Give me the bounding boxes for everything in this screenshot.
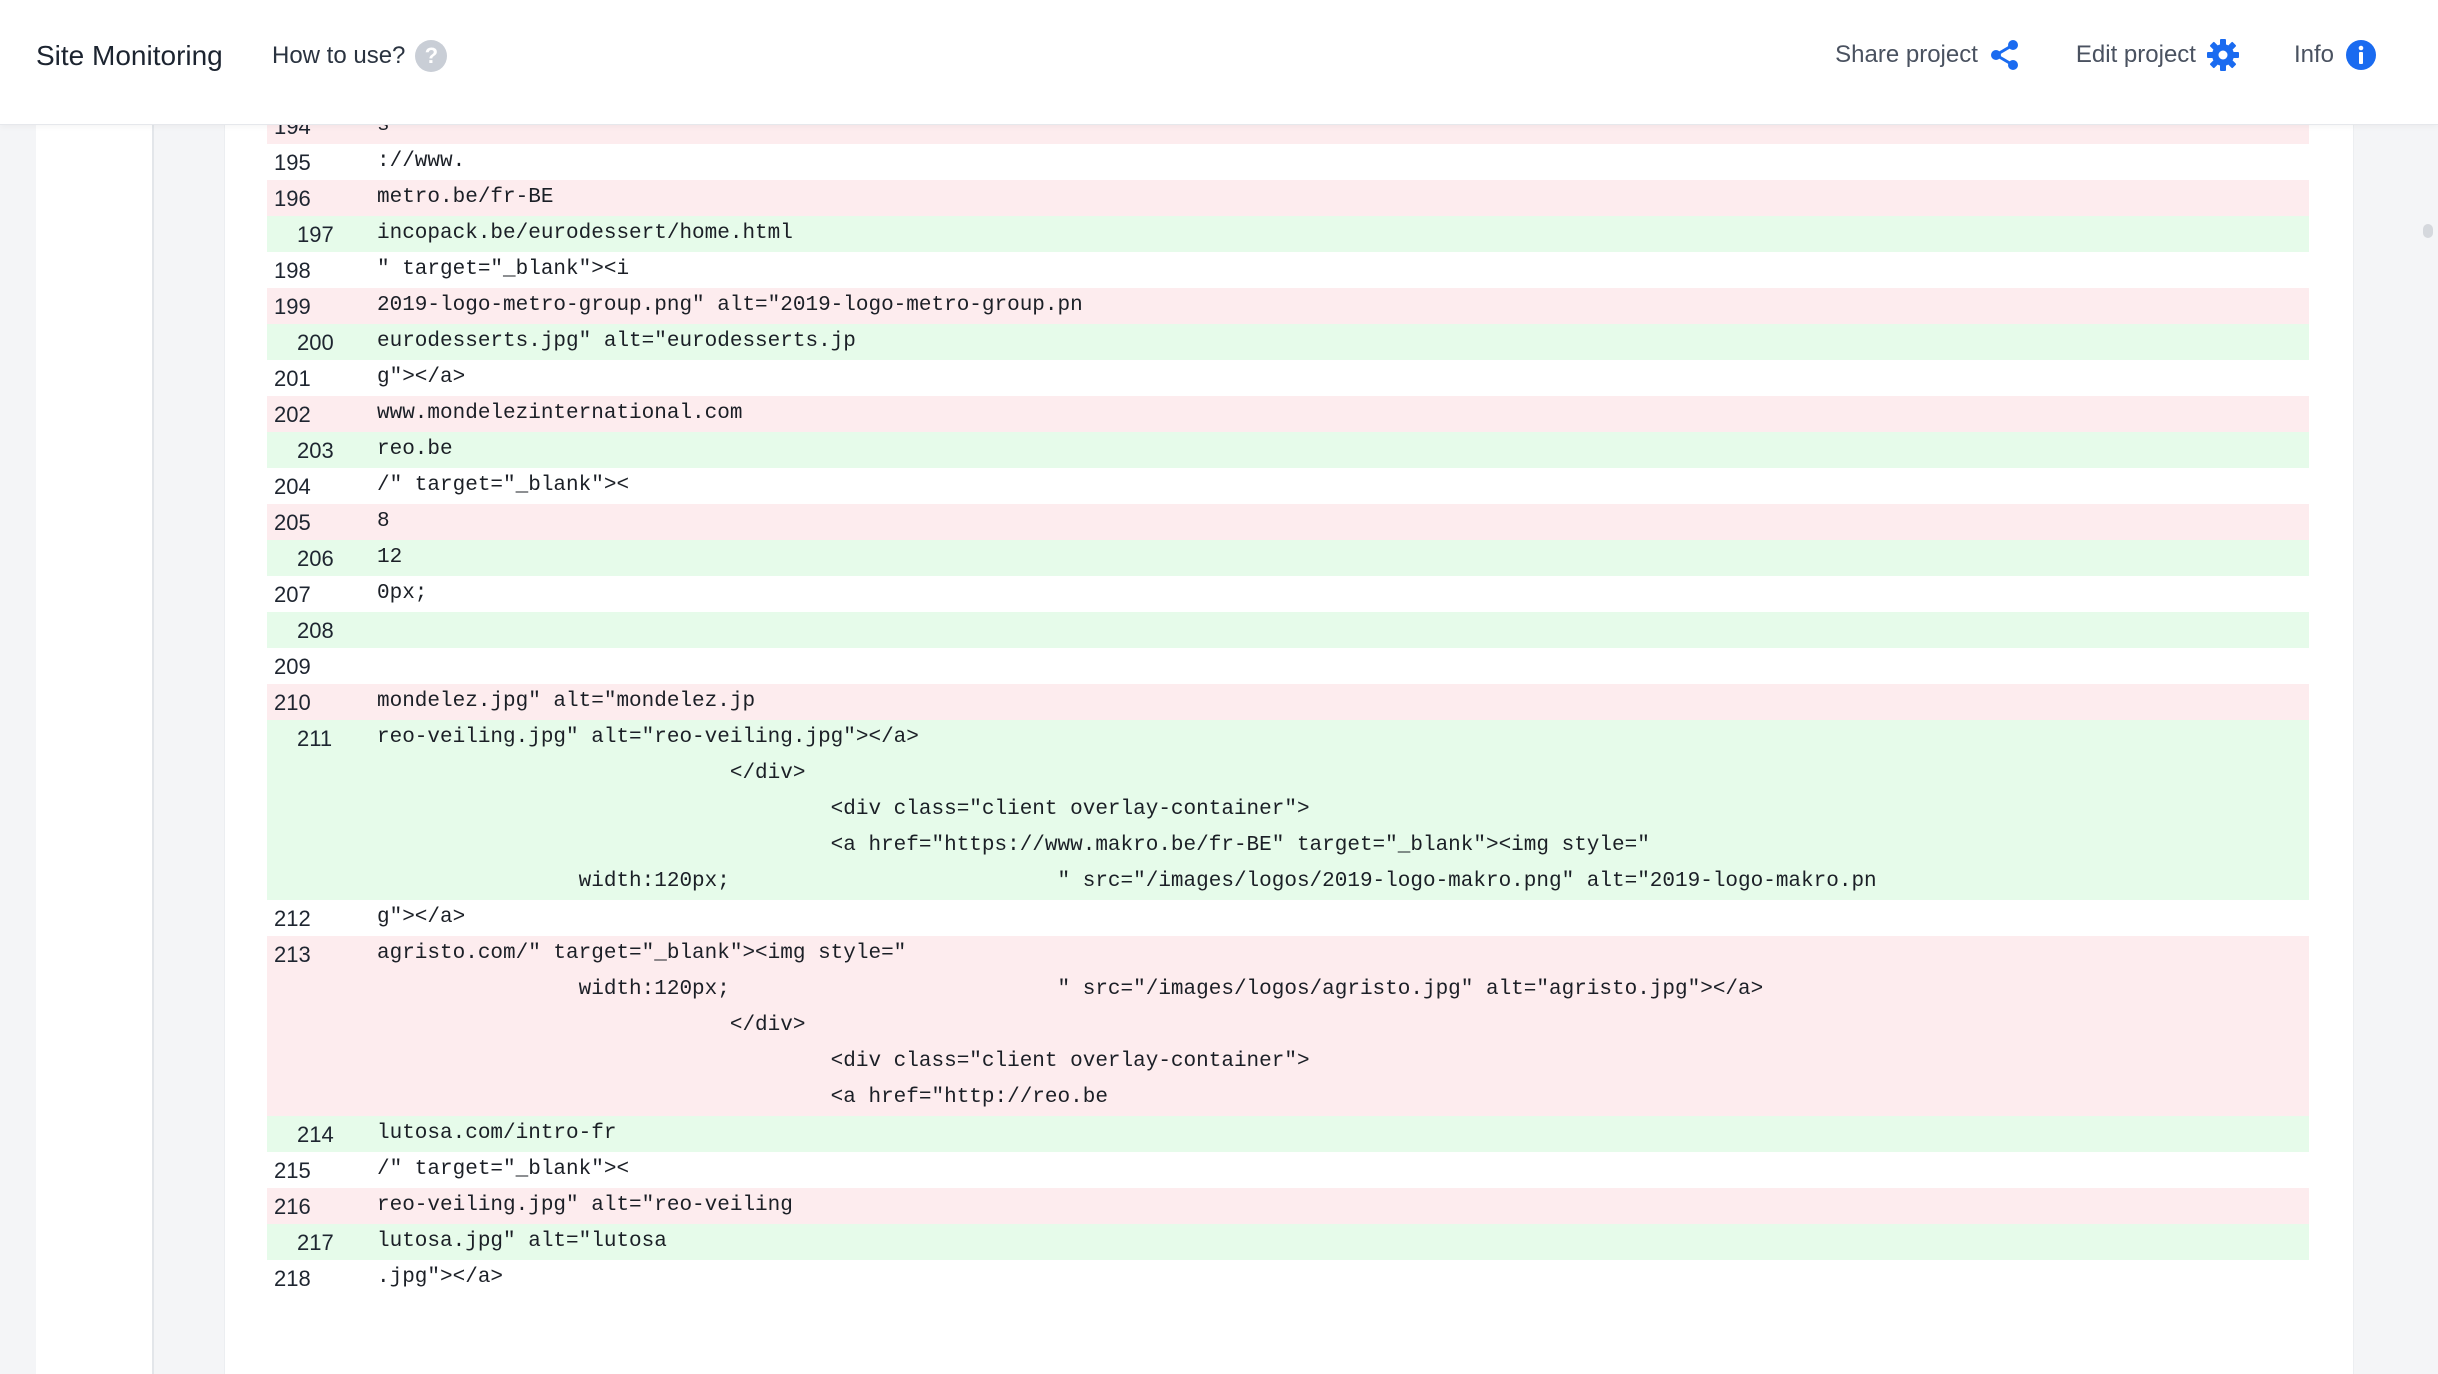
line-number: 200 — [297, 330, 334, 355]
share-project-label: Share project — [1835, 41, 1978, 68]
diff-row-removed: 196 metro.be/fr-BE — [267, 180, 2309, 216]
line-number: 209 — [274, 654, 311, 679]
diff-view: 194 s 195 ://www. 196 metro.be/fr-BE 197 incopa… — [267, 124, 2309, 1296]
line-number: 214 — [297, 1122, 334, 1147]
code-line: metro.be/fr-BE — [377, 186, 554, 209]
code-line: reo.be — [377, 438, 453, 461]
code-line: reo-veiling.jpg" alt="reo-veiling — [377, 1194, 793, 1217]
diff-row-plain: 204 /" target="_blank">< — [267, 468, 2309, 504]
code-line: lutosa.com/intro-fr — [377, 1122, 617, 1145]
code-line: 0px; — [377, 582, 428, 605]
diff-row-plain: 212 g"></a> — [267, 900, 2309, 936]
edit-project-label: Edit project — [2075, 41, 2196, 68]
how-to-use-link[interactable]: How to use? ? — [272, 40, 448, 72]
diff-row-removed: 213 agristo.com/" target="_blank"><img st… — [267, 936, 2309, 1116]
line-number: 199 — [274, 294, 311, 319]
code-line: 8 — [377, 510, 390, 533]
diff-row-removed: 194 s — [267, 124, 2309, 144]
diff-row-removed: 210 mondelez.jpg" alt="mondelez.jp — [267, 684, 2309, 720]
line-number: 207 — [274, 582, 311, 607]
question-circle-icon: ? — [415, 40, 448, 72]
code-line: www.mondelezinternational.com — [377, 402, 743, 425]
diff-row-added: 206 12 — [267, 540, 2309, 576]
line-number: 201 — [274, 366, 311, 391]
diff-row-plain: 209 — [267, 648, 2309, 684]
diff-row-added: 211 reo-veiling.jpg" alt="reo-veiling.jpg… — [267, 720, 2309, 900]
diff-row-removed: 199 2019-logo-metro-group.png" alt="2019-… — [267, 288, 2309, 324]
line-number: 195 — [274, 150, 311, 175]
app-title[interactable]: Site Monitoring — [36, 40, 223, 72]
diff-row-plain: 201 g"></a> — [267, 360, 2309, 396]
diff-row-added: 217 lutosa.jpg" alt="lutosa — [267, 1224, 2309, 1260]
line-number: 204 — [274, 474, 311, 499]
code-line: s — [377, 124, 390, 137]
info-icon — [2344, 38, 2378, 72]
code-line: eurodesserts.jpg" alt="eurodesserts.jp — [377, 330, 856, 353]
diff-row-removed: 202 www.mondelezinternational.com — [267, 396, 2309, 432]
diff-row-removed: 216 reo-veiling.jpg" alt="reo-veiling — [267, 1188, 2309, 1224]
diff-row-added: 203 reo.be — [267, 432, 2309, 468]
line-number: 217 — [297, 1230, 334, 1255]
code-line: g"></a> — [377, 906, 466, 929]
line-number: 205 — [274, 510, 311, 535]
code-line — [377, 648, 2309, 684]
diff-row-plain: 207 0px; — [267, 576, 2309, 612]
share-icon — [1988, 38, 2022, 72]
line-number: 216 — [274, 1194, 311, 1219]
code-line: lutosa.jpg" alt="lutosa — [377, 1230, 667, 1253]
diff-row-removed: 205 8 — [267, 504, 2309, 540]
code-line: " target="_blank"><i — [377, 258, 630, 281]
code-line: ://www. — [377, 150, 466, 173]
code-line: .jpg"></a> — [377, 1266, 504, 1289]
diff-row-added: 214 lutosa.com/intro-fr — [267, 1116, 2309, 1152]
line-number: 206 — [297, 546, 334, 571]
diff-row-plain: 215 /" target="_blank">< — [267, 1152, 2309, 1188]
line-number: 198 — [274, 258, 311, 283]
code-line: /" target="_blank">< — [377, 474, 630, 497]
diff-row-plain: 218 .jpg"></a> — [267, 1260, 2309, 1296]
code-line: 2019-logo-metro-group.png" alt="2019-log… — [377, 294, 1083, 317]
line-number: 215 — [274, 1158, 311, 1183]
page-scrollbar[interactable] — [2423, 224, 2433, 238]
line-number: 197 — [297, 222, 334, 247]
diff-panel: 194 s 195 ://www. 196 metro.be/fr-BE 197 incopa… — [224, 124, 2354, 1374]
line-number: 213 — [274, 942, 311, 967]
diff-row-added: 200 eurodesserts.jpg" alt="eurodesserts.j… — [267, 324, 2309, 360]
info-button[interactable]: Info — [2294, 38, 2378, 72]
edit-project-button[interactable]: Edit project — [2076, 38, 2240, 72]
left-sidebar — [36, 124, 154, 1374]
code-line: /" target="_blank">< — [377, 1158, 630, 1181]
line-number: 210 — [274, 690, 311, 715]
top-navigation-bar: Site Monitoring How to use? ? Share proj… — [0, 0, 2438, 125]
header-actions: Share project Edit project Info — [1781, 38, 2378, 72]
line-number: 196 — [274, 186, 311, 211]
line-number: 218 — [274, 1266, 311, 1291]
code-line: mondelez.jpg" alt="mondelez.jp — [377, 690, 756, 713]
diff-row-added: 208 — [267, 612, 2309, 648]
line-number: 211 — [297, 726, 333, 751]
line-number: 208 — [297, 618, 334, 643]
diff-row-plain: 195 ://www. — [267, 144, 2309, 180]
line-number: 202 — [274, 402, 311, 427]
how-to-use-label: How to use? — [272, 42, 406, 69]
share-project-button[interactable]: Share project — [1835, 38, 2022, 72]
line-number: 203 — [297, 438, 334, 463]
info-label: Info — [2293, 41, 2334, 68]
diff-row-added: 197 incopack.be/eurodessert/home.html — [267, 216, 2309, 252]
gear-icon — [2206, 38, 2240, 72]
diff-row-plain: 198 " target="_blank"><i — [267, 252, 2309, 288]
code-line: agristo.com/" target="_blank"><img style… — [377, 942, 1764, 1109]
code-line: incopack.be/eurodessert/home.html — [377, 222, 793, 245]
code-line — [377, 612, 2309, 648]
code-line: reo-veiling.jpg" alt="reo-veiling.jpg"><… — [377, 726, 1877, 893]
line-number: 194 — [274, 124, 311, 139]
code-line: 12 — [377, 546, 403, 569]
line-number: 212 — [274, 906, 311, 931]
code-line: g"></a> — [377, 366, 466, 389]
